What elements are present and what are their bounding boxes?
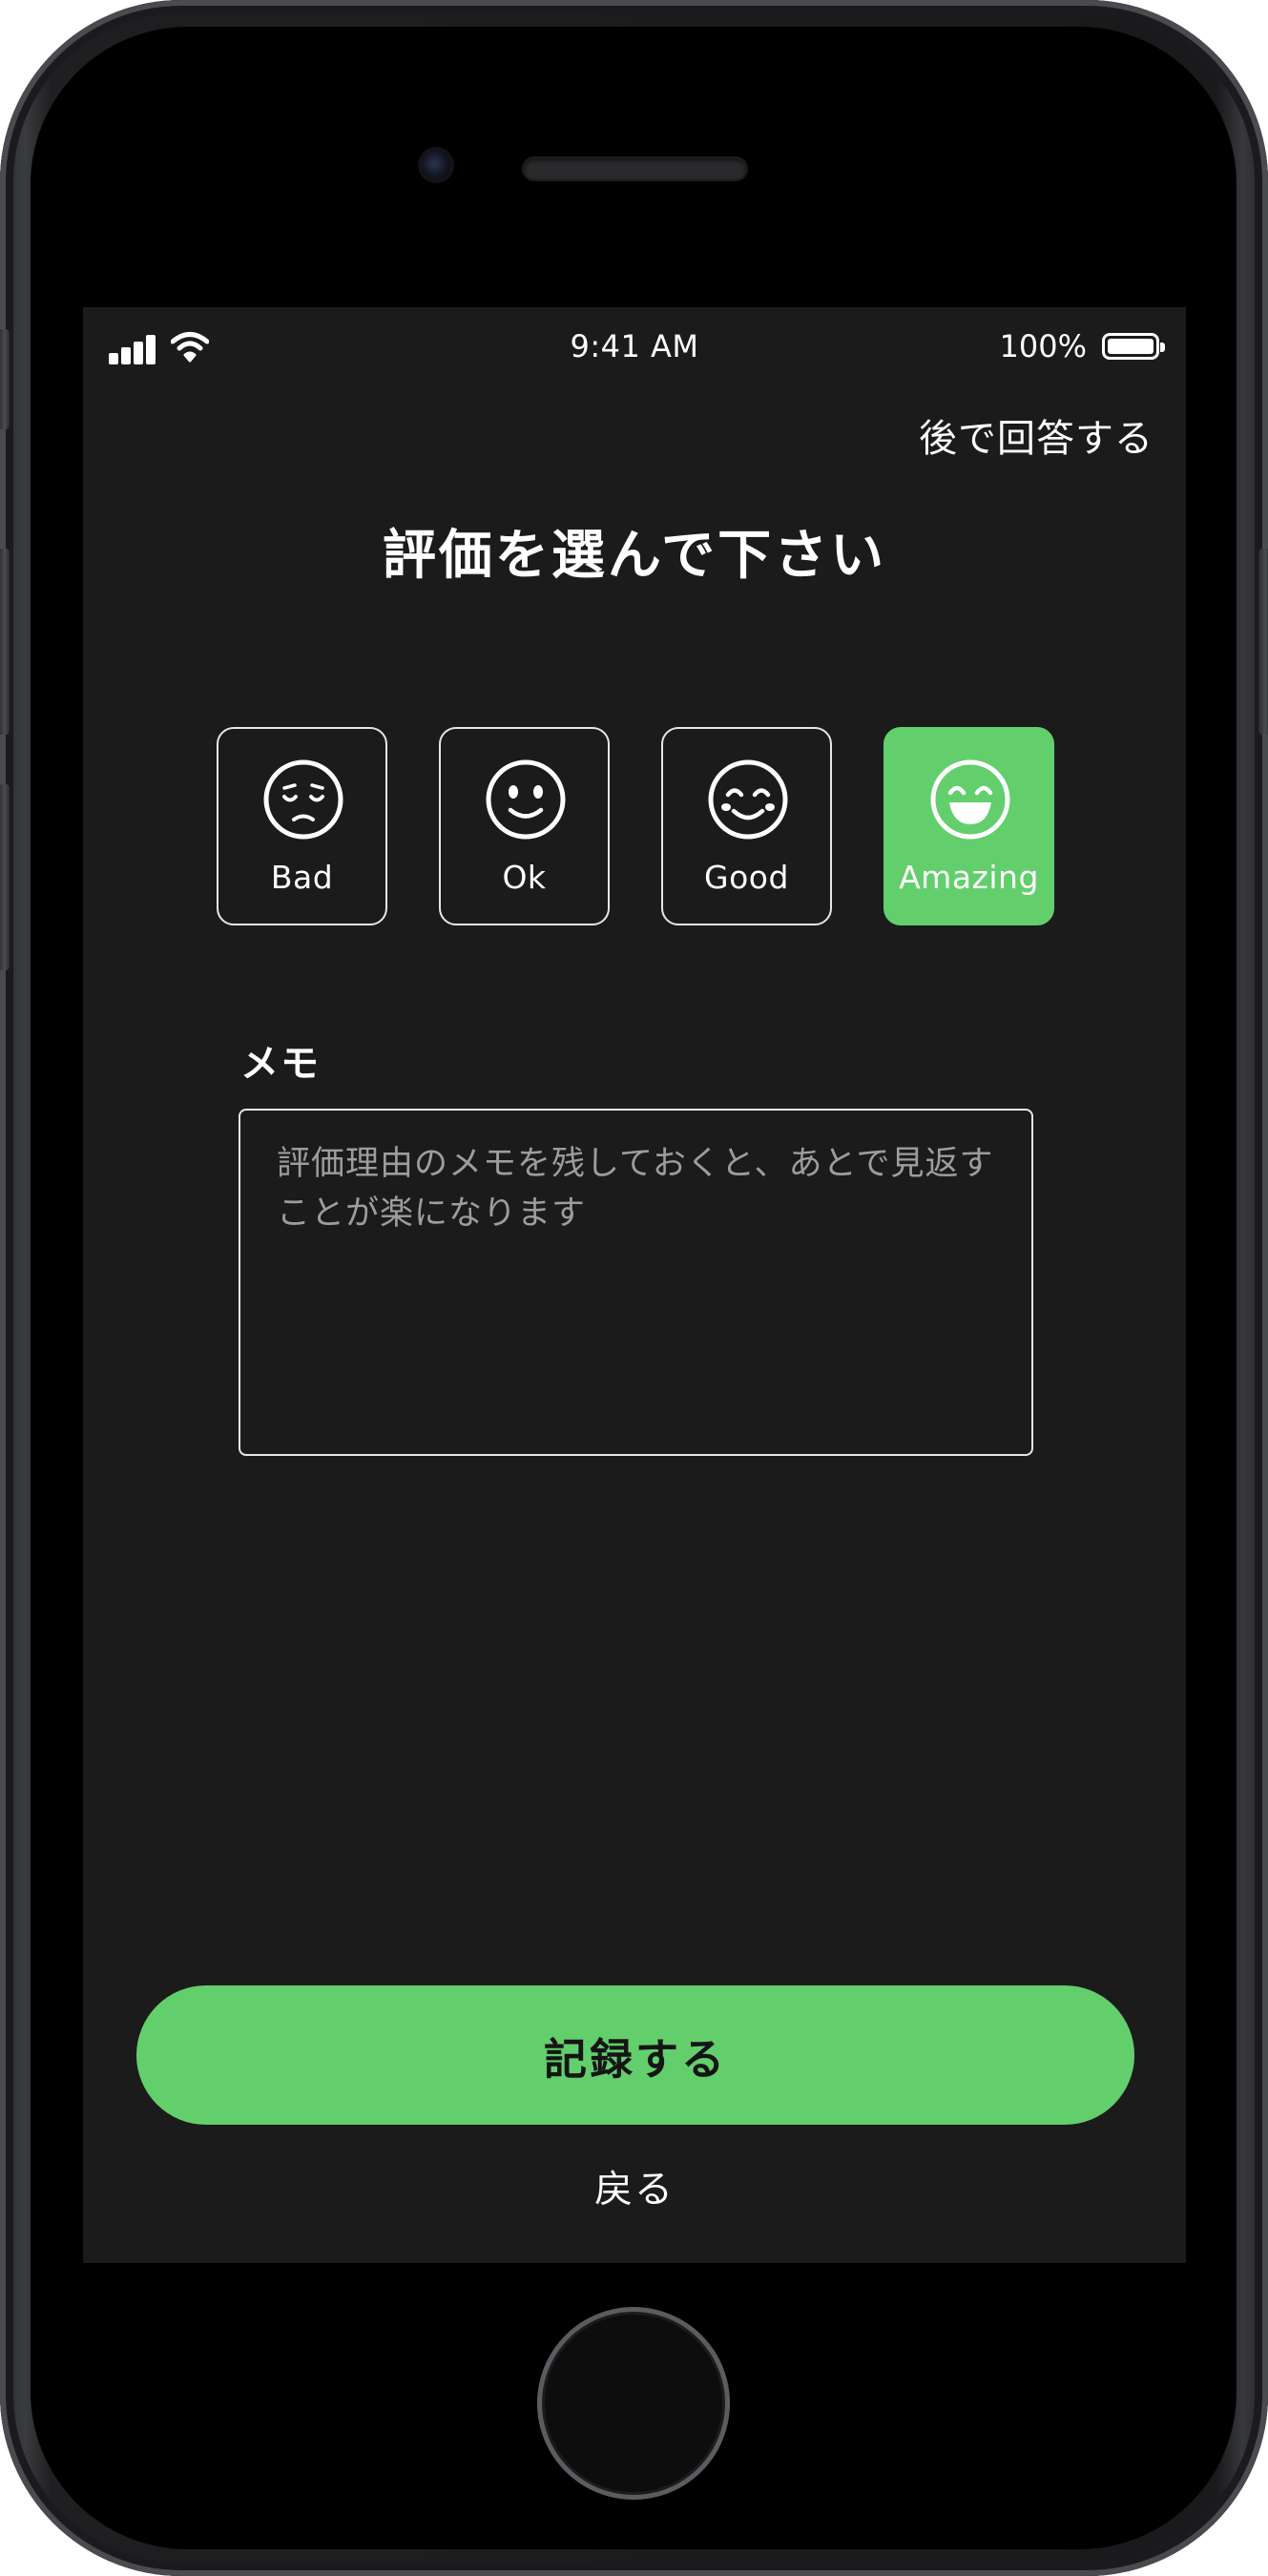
silent-switch	[0, 329, 10, 429]
earpiece-speaker	[524, 158, 746, 179]
rating-option-ok[interactable]: Ok	[439, 727, 610, 925]
happy-face-icon	[708, 759, 788, 840]
memo-textarea[interactable]	[239, 1109, 1033, 1456]
answer-later-link[interactable]: 後で回答する	[919, 407, 1154, 463]
memo-label: メモ	[240, 1042, 321, 1086]
volume-up-button	[0, 549, 10, 735]
sad-face-icon	[263, 759, 343, 840]
rating-option-good[interactable]: Good	[661, 727, 832, 925]
rating-label-good: Good	[704, 859, 789, 896]
rating-label-amazing: Amazing	[899, 859, 1039, 896]
battery-percentage: 100%	[999, 328, 1087, 364]
back-link[interactable]: 戻る	[83, 2158, 1186, 2213]
rating-options: Bad Ok Good Amazing	[217, 727, 1056, 927]
home-button[interactable]	[537, 2307, 730, 2500]
status-bar: 9:41 AM 100%	[83, 307, 1186, 384]
rating-label-ok: Ok	[502, 859, 547, 896]
page-title: 評価を選んで下さい	[382, 525, 887, 587]
grinning-face-icon	[930, 759, 1010, 840]
rating-option-bad[interactable]: Bad	[217, 727, 387, 925]
app-screen: 9:41 AM 100% 後で回答する 評価を選んで下さい Bad Ok Goo…	[83, 307, 1186, 2263]
rating-option-amazing[interactable]: Amazing	[883, 727, 1054, 925]
record-button[interactable]: 記録する	[136, 1985, 1134, 2125]
battery-icon	[1102, 333, 1165, 360]
phone-frame: 9:41 AM 100% 後で回答する 評価を選んで下さい Bad Ok Goo…	[0, 0, 1268, 2576]
rating-label-bad: Bad	[270, 859, 334, 896]
neutral-smile-face-icon	[486, 759, 566, 840]
front-camera	[422, 151, 450, 179]
power-button	[1258, 549, 1268, 735]
volume-down-button	[0, 784, 10, 970]
